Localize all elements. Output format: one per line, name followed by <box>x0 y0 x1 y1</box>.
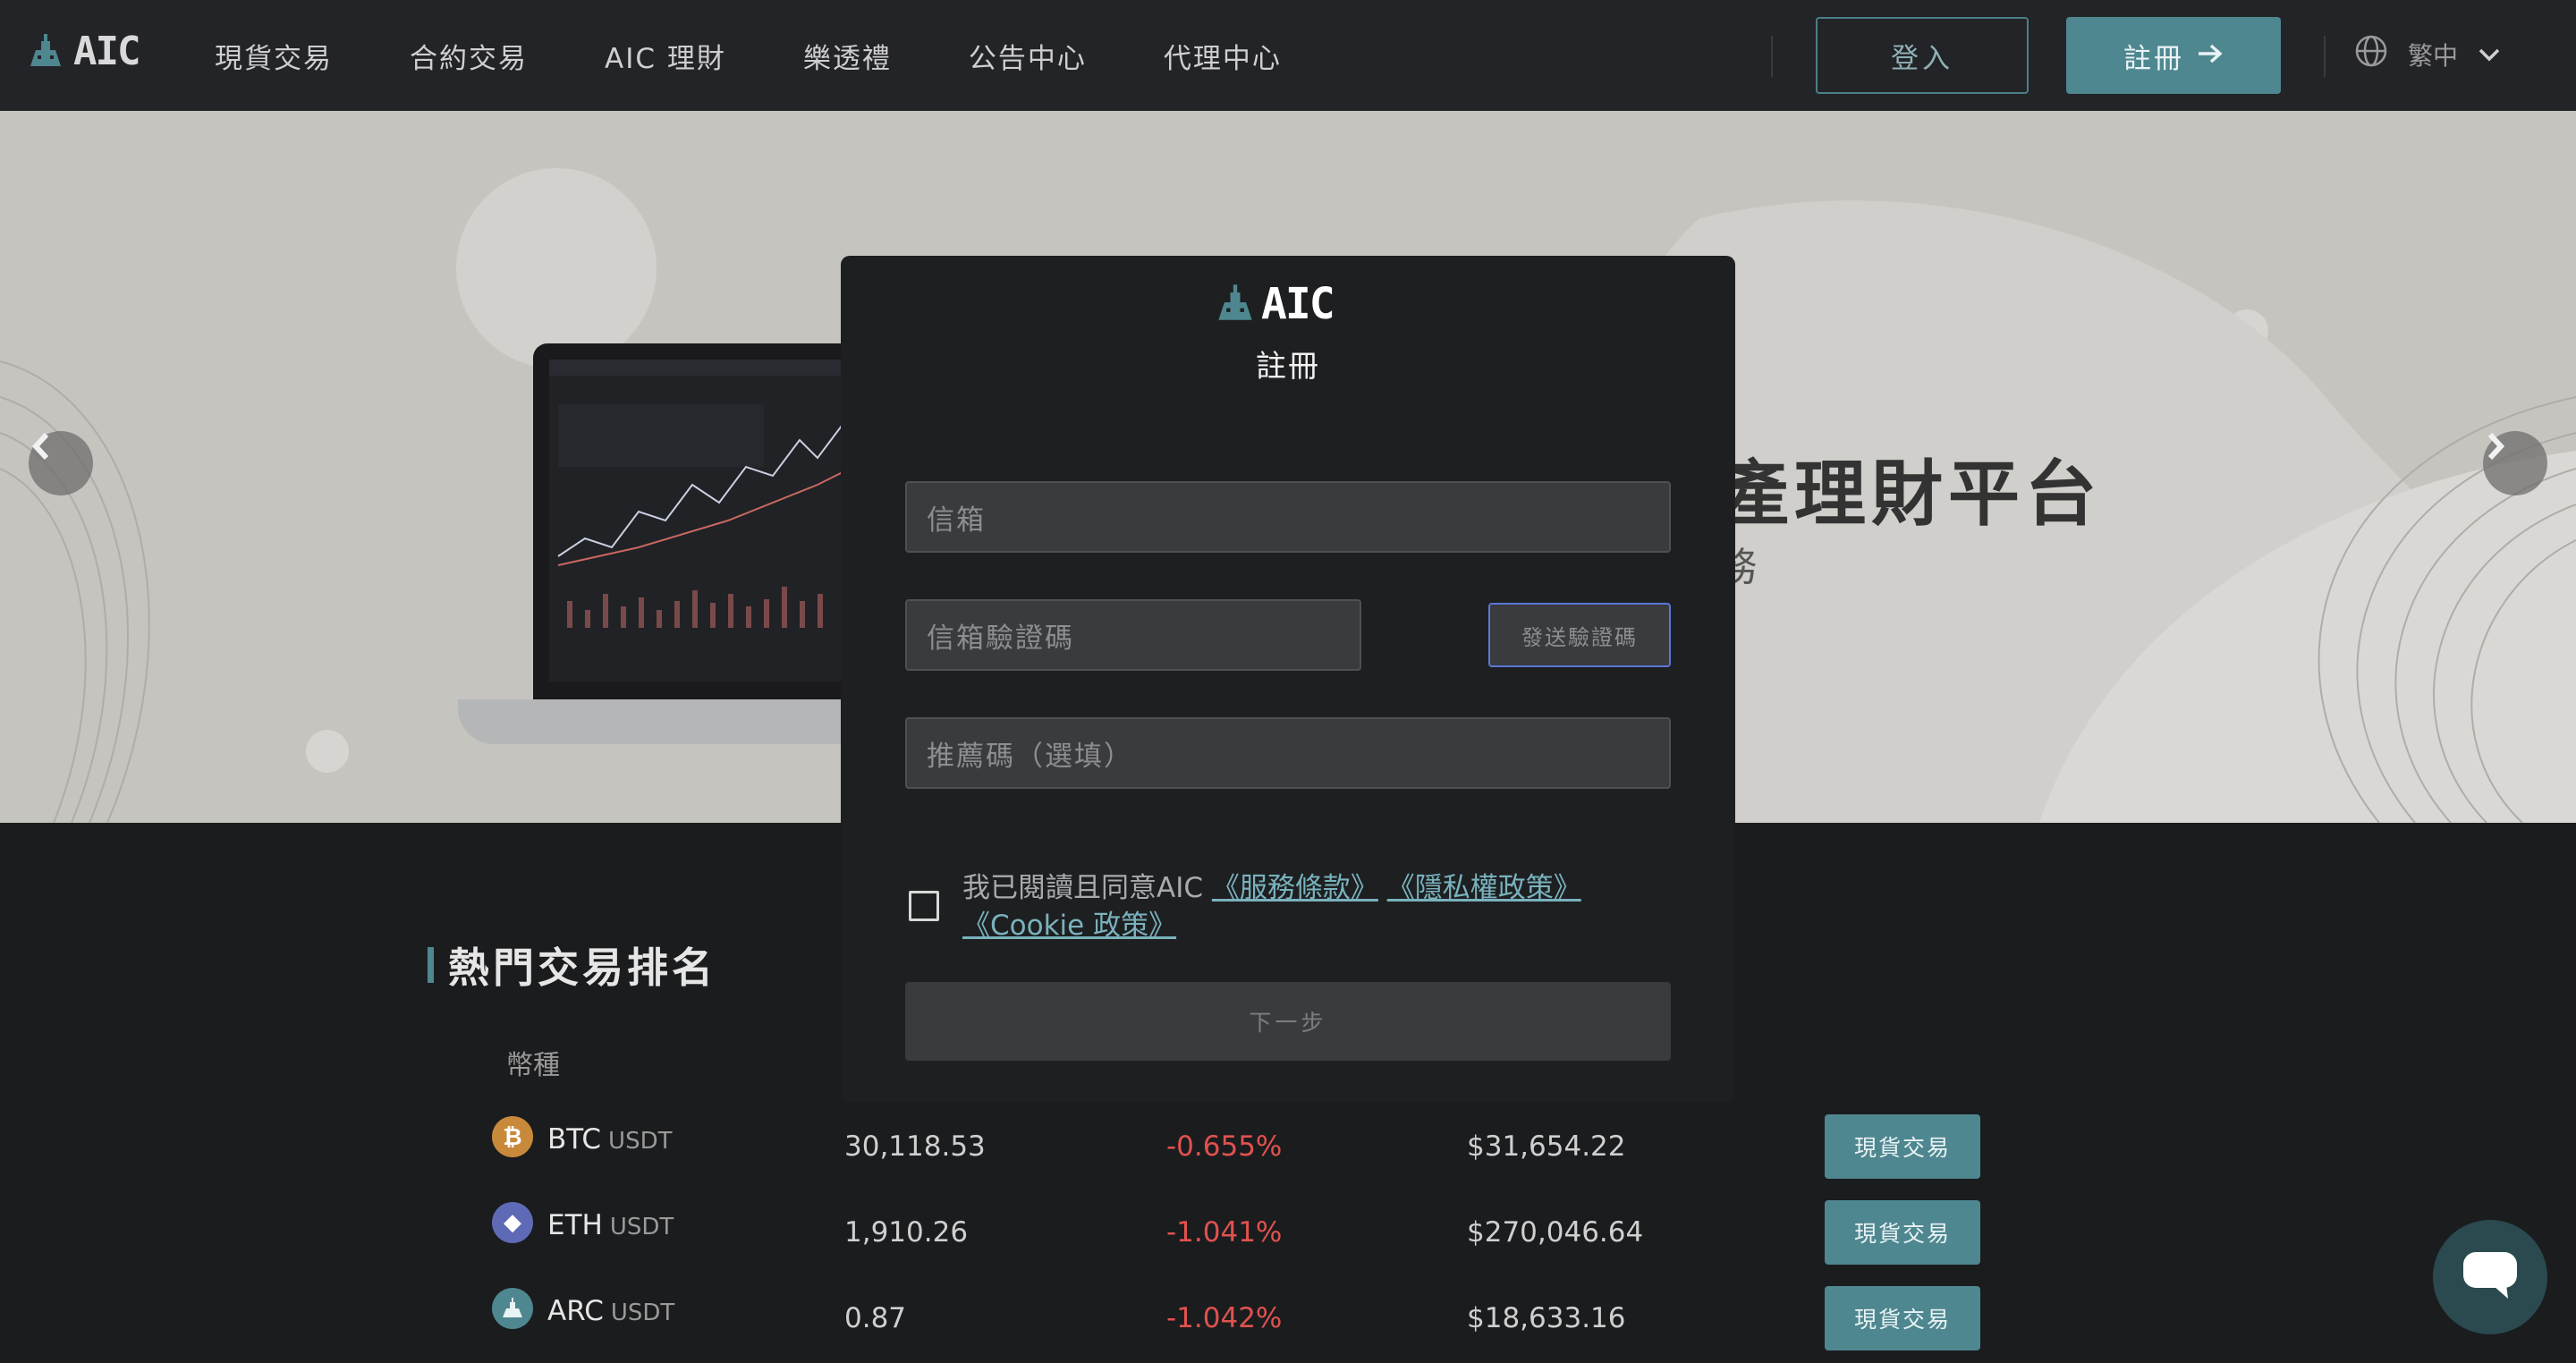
language-selector[interactable]: 繁中 <box>2354 34 2501 74</box>
coin-quote: USDT <box>608 1128 673 1155</box>
header-divider <box>1771 36 1773 77</box>
coin-pair: ETH USDT <box>547 1209 674 1241</box>
register-button[interactable]: 註冊 <box>2066 17 2281 94</box>
table-row[interactable]: ₿ BTC USDT 30,118.53 -0.655% $31,654.22 現… <box>0 1114 2576 1179</box>
register-modal: AIC 註冊 信箱 信箱驗證碼 發送驗證碼 推薦碼（選填） 我已閱讀且同意AIC… <box>841 256 1735 1102</box>
coin-quote: USDT <box>609 1214 674 1240</box>
nav-agent-center[interactable]: 代理中心 <box>1164 36 1282 76</box>
nav-spot-trading[interactable]: 現貨交易 <box>215 36 333 76</box>
modal-logo-text: AIC <box>1261 279 1335 329</box>
top-header: AIC 現貨交易 合約交易 AIC 理財 樂透禮 公告中心 代理中心 登入 註冊… <box>0 0 2576 111</box>
privacy-link[interactable]: 《隱私權政策》 <box>1387 872 1581 904</box>
coin-symbol: ETH <box>547 1209 603 1241</box>
coin-change: -0.655% <box>1166 1130 1283 1163</box>
ranking-title: 熱門交易排名 <box>448 944 716 992</box>
modal-title: 註冊 <box>1256 349 1320 385</box>
agree-text: 我已閱讀且同意AIC 《服務條款》 《隱私權政策》 《Cookie 政策》 <box>962 869 1669 944</box>
eth-coin-icon: ◆ <box>492 1202 533 1243</box>
modal-logo: AIC <box>1215 279 1335 329</box>
aic-logo-icon <box>27 32 64 72</box>
ranking-heading: 熱門交易排名 <box>428 935 716 995</box>
login-button[interactable]: 登入 <box>1816 17 2029 94</box>
table-row[interactable]: ARC USDT 0.87 -1.042% $18,633.16 現貨交易 <box>0 1286 2576 1350</box>
coin-symbol: BTC <box>547 1123 602 1156</box>
cookie-link[interactable]: 《Cookie 政策》 <box>962 910 1176 942</box>
spot-trade-button[interactable]: 現貨交易 <box>1825 1114 1980 1179</box>
site-logo[interactable]: AIC <box>27 29 140 74</box>
chevron-down-icon <box>2478 39 2501 69</box>
btc-coin-icon: ₿ <box>492 1116 533 1157</box>
coin-change: -1.041% <box>1166 1216 1283 1249</box>
nav-contract-trading[interactable]: 合約交易 <box>410 36 528 76</box>
logo-text: AIC <box>73 29 140 74</box>
header-divider-2 <box>2324 36 2326 77</box>
coin-quote: USDT <box>610 1300 675 1326</box>
coin-pair: ARC USDT <box>547 1295 674 1327</box>
coin-price: 1,910.26 <box>844 1216 969 1249</box>
agree-prefix: 我已閱讀且同意AIC <box>962 872 1203 904</box>
coin-volume: $270,046.64 <box>1467 1216 1644 1249</box>
spot-trade-button[interactable]: 現貨交易 <box>1825 1286 1980 1350</box>
chat-bubble-icon <box>2462 1250 2519 1304</box>
coin-symbol: ARC <box>547 1295 604 1327</box>
coin-price: 30,118.53 <box>844 1130 986 1163</box>
email-field[interactable]: 信箱 <box>905 481 1671 553</box>
carousel-next-button[interactable] <box>2483 431 2547 495</box>
globe-icon <box>2354 34 2388 74</box>
nav-lottery[interactable]: 樂透禮 <box>803 36 892 76</box>
chat-support-button[interactable] <box>2433 1220 2547 1334</box>
coin-pair: BTC USDT <box>547 1123 672 1156</box>
coin-change: -1.042% <box>1166 1302 1283 1334</box>
coin-price: 0.87 <box>844 1302 907 1334</box>
spot-trade-button[interactable]: 現貨交易 <box>1825 1200 1980 1265</box>
email-code-field[interactable]: 信箱驗證碼 <box>905 599 1361 671</box>
nav-announcements[interactable]: 公告中心 <box>969 36 1087 76</box>
register-label: 註冊 <box>2123 42 2184 75</box>
agree-checkbox[interactable] <box>909 891 939 921</box>
heading-accent-bar <box>428 947 434 983</box>
main-nav: 現貨交易 合約交易 AIC 理財 樂透禮 公告中心 代理中心 <box>215 0 1359 111</box>
aic-logo-icon <box>1215 283 1256 326</box>
column-header-coin: 幣種 <box>506 1050 560 1081</box>
table-row[interactable]: ◆ ETH USDT 1,910.26 -1.041% $270,046.64 現… <box>0 1200 2576 1265</box>
hero-title: 產理財平台 <box>1717 453 2102 536</box>
coin-volume: $18,633.16 <box>1467 1302 1626 1334</box>
referral-code-field[interactable]: 推薦碼（選填） <box>905 717 1671 789</box>
arrow-right-icon <box>2197 39 2224 72</box>
next-step-button[interactable]: 下一步 <box>905 982 1671 1061</box>
nav-aic-finance[interactable]: AIC 理財 <box>605 36 726 76</box>
coin-volume: $31,654.22 <box>1467 1130 1626 1163</box>
terms-link[interactable]: 《服務條款》 <box>1212 872 1378 904</box>
send-code-button[interactable]: 發送驗證碼 <box>1488 603 1671 667</box>
carousel-prev-button[interactable] <box>29 431 93 495</box>
language-label: 繁中 <box>2408 40 2459 71</box>
arc-coin-icon <box>492 1288 533 1329</box>
